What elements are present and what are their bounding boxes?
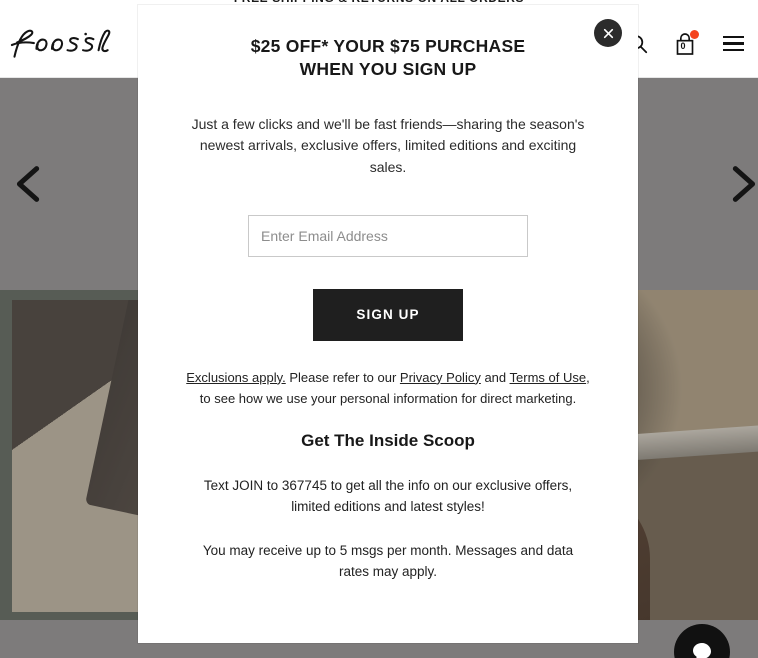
sms-join-text: Text JOIN to 367745 to get all the info …	[203, 477, 573, 515]
modal-headline: $25 OFF* YOUR $75 PURCHASE WHEN YOU SIGN…	[184, 35, 592, 82]
inside-scoop-title: Get The Inside Scoop	[301, 430, 475, 450]
carousel-next-button[interactable]	[720, 161, 758, 207]
terms-of-use-link[interactable]: Terms of Use	[510, 370, 587, 385]
privacy-policy-link[interactable]: Privacy Policy	[400, 370, 481, 385]
chat-widget-button[interactable]	[674, 624, 730, 658]
legal-text-1: Please refer to our	[285, 369, 400, 385]
chat-bubble-icon	[693, 643, 711, 658]
bag-count: 0	[680, 40, 686, 51]
bag-notification-dot	[690, 29, 699, 39]
modal-headline-line1: $25 OFF* YOUR $75 PURCHASE	[250, 36, 526, 56]
carousel-prev-button[interactable]	[6, 161, 52, 207]
page-root: FREE SHIPPING & RETURNS ON ALL ORDERS	[0, 0, 758, 658]
close-icon	[603, 28, 613, 38]
chevron-right-icon	[732, 166, 756, 202]
header-icon-group: 0	[624, 9, 758, 78]
close-modal-button[interactable]	[594, 19, 622, 47]
hamburger-menu-button[interactable]	[720, 29, 746, 59]
modal-headline-line2: WHEN YOU SIGN UP	[299, 59, 477, 80]
legal-text-2: and	[480, 369, 510, 385]
email-signup-modal: $25 OFF* YOUR $75 PURCHASE WHEN YOU SIGN…	[138, 5, 638, 643]
hamburger-menu-icon	[722, 32, 744, 55]
exclusions-apply-link[interactable]: Exclusions apply.	[186, 370, 285, 385]
fossil-logo[interactable]	[8, 23, 118, 67]
email-input[interactable]	[248, 214, 528, 257]
legal-text: Exclusions apply. Please refer to our Pr…	[184, 367, 592, 409]
modal-blurb: Just a few clicks and we'll be fast frie…	[191, 115, 585, 175]
chevron-left-icon	[16, 166, 40, 202]
shopping-bag-button[interactable]: 0	[672, 29, 699, 59]
modal-content: $25 OFF* YOUR $75 PURCHASE WHEN YOU SIGN…	[138, 5, 638, 583]
sms-rates-text: You may receive up to 5 msgs per month. …	[202, 542, 574, 580]
signup-button[interactable]: SIGN UP	[313, 288, 463, 341]
